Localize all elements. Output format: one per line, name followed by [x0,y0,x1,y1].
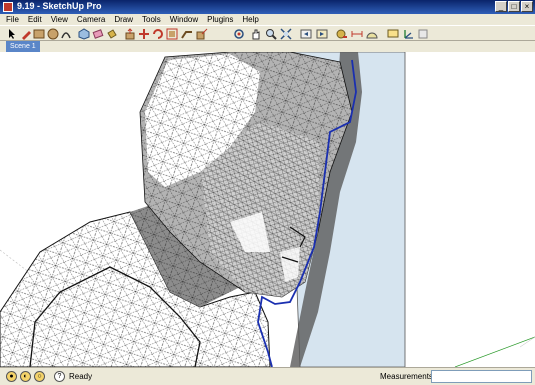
measurements-input[interactable] [431,370,532,383]
rotate-icon[interactable] [152,28,164,40]
zoom-extents-icon[interactable] [280,28,292,40]
green-axis-line [454,336,535,367]
help-icon[interactable]: ? [54,371,65,382]
axes-icon[interactable] [402,28,414,40]
push-pull-icon[interactable] [124,28,136,40]
menu-tools[interactable]: Tools [142,15,161,24]
scene-tab-active[interactable]: Scene 1 [6,41,40,52]
main-toolbar [0,25,535,41]
circle-icon[interactable] [47,28,59,40]
geo-location-icon[interactable]: ● [6,371,17,382]
protractor-icon[interactable] [366,28,378,40]
menu-plugins[interactable]: Plugins [207,15,233,24]
make-component-icon[interactable] [78,28,90,40]
menu-camera[interactable]: Camera [77,15,105,24]
credits-icon[interactable]: ◐ [20,371,31,382]
bust-model-render [0,52,535,367]
measurements-label: Measurements [380,372,433,381]
move-icon[interactable] [138,28,150,40]
menu-draw[interactable]: Draw [114,15,133,24]
menu-bar: File Edit View Camera Draw Tools Window … [0,14,535,25]
text-icon[interactable] [387,28,399,40]
status-message: Ready [69,372,93,381]
window-title: 9.19 - SketchUp Pro [17,1,102,11]
dimension-icon[interactable] [351,28,363,40]
menu-file[interactable]: File [6,15,19,24]
menu-edit[interactable]: Edit [28,15,42,24]
next-view-icon[interactable] [316,28,328,40]
tape-measure-icon[interactable] [336,28,348,40]
menu-help[interactable]: Help [242,15,258,24]
rectangle-icon[interactable] [33,28,45,40]
zoom-icon[interactable] [265,28,277,40]
menu-window[interactable]: Window [170,15,198,24]
eraser-icon[interactable] [92,28,104,40]
menu-view[interactable]: View [51,15,68,24]
minimize-button[interactable]: _ [495,1,507,12]
maximize-button[interactable]: □ [508,1,520,12]
scale-icon[interactable] [196,28,208,40]
3d-text-icon[interactable] [417,28,429,40]
status-bar: ● ◐ ○ ? Ready Measurements [0,367,535,385]
window-controls: _ □ × [495,1,533,12]
user-icon[interactable]: ○ [34,371,45,382]
previous-view-icon[interactable] [300,28,312,40]
offset-icon[interactable] [166,28,178,40]
follow-me-icon[interactable] [181,28,193,40]
pan-icon[interactable] [250,28,262,40]
arc-icon[interactable] [60,28,72,40]
select-icon[interactable] [6,28,18,40]
model-viewport[interactable] [0,52,535,367]
orbit-icon[interactable] [233,28,245,40]
scene-tabs-bar: Scene 1 [0,41,535,52]
title-bar: 9.19 - SketchUp Pro _ □ × [0,0,535,14]
pencil-icon[interactable] [20,28,32,40]
paint-bucket-icon[interactable] [106,28,118,40]
sketchup-app-icon[interactable] [3,2,13,12]
close-button[interactable]: × [521,1,533,12]
